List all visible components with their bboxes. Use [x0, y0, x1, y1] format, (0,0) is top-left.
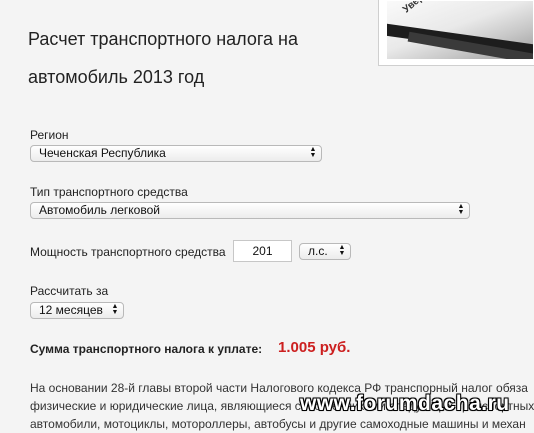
product-image: Увер: [378, 0, 534, 66]
power-input[interactable]: 201: [233, 240, 292, 262]
tax-sum-value: 1.005 руб.: [278, 339, 351, 356]
vehicle-type-select[interactable]: Автомобиль легковой ▲ ▼: [30, 202, 470, 219]
period-select[interactable]: 12 месяцев ▲ ▼: [30, 302, 124, 319]
up-down-arrows-icon: ▲ ▼: [111, 303, 119, 316]
site-watermark: www.forumdacha.ru: [300, 392, 510, 415]
car-wiper-photo: Увер: [387, 1, 533, 59]
up-down-arrows-icon: ▲ ▼: [457, 203, 465, 216]
power-unit-select[interactable]: л.с. ▲ ▼: [299, 243, 351, 260]
up-down-arrows-icon: ▲ ▼: [338, 244, 346, 257]
power-unit-select-value: л.с.: [308, 244, 328, 258]
power-label: Мощность транспортного средства: [30, 245, 226, 259]
photo-label-fragment: Увер: [401, 1, 427, 16]
vehicle-type-select-value: Автомобиль легковой: [39, 203, 160, 217]
vehicle-type-label: Тип транспортного средства: [30, 185, 188, 199]
region-label: Регион: [30, 128, 69, 142]
description-line: автомобили, мотоциклы, мотороллеры, авто…: [30, 417, 526, 431]
page-title: Расчет транспортного налога на автомобил…: [28, 29, 299, 87]
region-select[interactable]: Чеченская Республика ▲ ▼: [30, 145, 322, 162]
tax-sum-label: Сумма транспортного налога к уплате:: [30, 342, 263, 356]
region-select-value: Чеченская Республика: [39, 146, 166, 160]
period-select-value: 12 месяцев: [39, 303, 103, 317]
period-label: Рассчитать за: [30, 284, 109, 298]
up-down-arrows-icon: ▲ ▼: [309, 146, 317, 159]
